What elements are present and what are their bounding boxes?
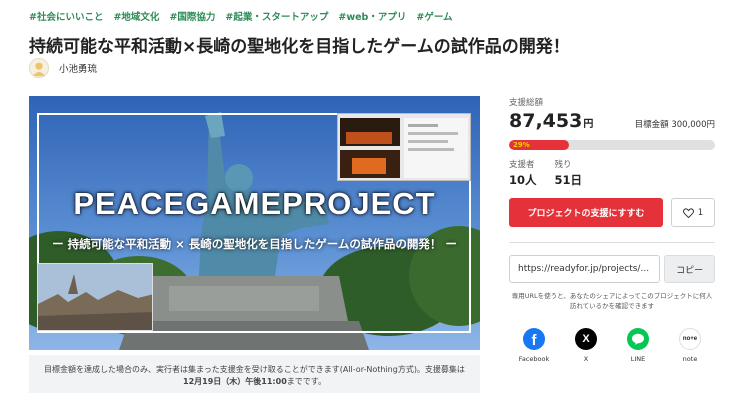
like-count: 1 [697,207,704,218]
share-url-field[interactable]: https://readyfor.jp/projects/... [509,255,661,283]
tag-link[interactable]: #起業・スタートアップ [225,9,328,23]
author-name[interactable]: 小池勇琉 [59,61,97,75]
tag-link[interactable]: #ゲーム [416,9,452,23]
tag-link[interactable]: #web・アプリ [338,9,406,23]
supporters-stat: 支援者 10人 [509,158,537,188]
remaining-value: 51日 [554,173,583,187]
funding-panel: 支援総額 87,453円 目標金額 300,000円 29% 支援者 10人 残… [509,96,715,363]
project-title: 持続可能な平和活動×長崎の聖地化を目指したゲームの試作品の開発！ [29,37,570,57]
share-note: 専用URLを使うと、あなたのシェアによってこのプロジェクトに何人訪れているかを確… [511,292,713,310]
hero-headline: PEACEGAMEPROJECT [73,186,436,221]
share-label: note [682,355,698,363]
hero-image: PEACEGAMEPROJECT ー 持続可能な平和活動 × 長崎の聖地化を目指… [29,96,480,350]
share-label: X [583,355,589,363]
tag-link[interactable]: #国際協力 [169,9,215,23]
divider [509,242,715,243]
share-label: Facebook [518,355,550,363]
support-button[interactable]: プロジェクトの支援にすすむ [509,198,663,227]
facebook-icon: f [523,328,545,350]
like-button[interactable]: 1 [671,198,715,227]
tag-link[interactable]: #地域文化 [113,9,159,23]
tag-link[interactable]: #社会にいいこと [29,9,103,23]
supporters-label: 支援者 [509,160,535,170]
note-icon: no+e [679,328,701,350]
ruins-photo [37,263,153,331]
notice-text-prefix: 目標金額を達成した場合のみ、実行者は集まった支援金を受け取ることができます(Al… [44,365,465,374]
game-screenshot [337,113,471,181]
social-share-list: f Facebook X X LINE no+e note [509,328,715,363]
share-note[interactable]: no+e note [672,328,708,363]
copy-button[interactable]: コピー [664,255,715,283]
author-info[interactable]: 小池勇琉 [29,58,97,78]
amount-value: 87,453 [509,110,583,132]
progress-label: 29% [513,141,530,149]
share-facebook[interactable]: f Facebook [516,328,552,363]
x-icon: X [575,328,597,350]
share-label: LINE [630,355,646,363]
funding-notice: 目標金額を達成した場合のみ、実行者は集まった支援金を受け取ることができます(Al… [29,355,480,393]
tag-list: #社会にいいこと #地域文化 #国際協力 #起業・スタートアップ #web・アプ… [29,9,453,23]
progress-bar: 29% [509,140,715,150]
share-line[interactable]: LINE [620,328,656,363]
share-x[interactable]: X X [568,328,604,363]
total-label: 支援総額 [509,98,544,108]
total-amount: 87,453円 [509,110,593,132]
supporters-value: 10人 [509,173,537,187]
heart-icon [682,207,694,218]
remaining-label: 残り [554,160,572,170]
remaining-stat: 残り 51日 [555,158,583,188]
goal-amount: 目標金額 300,000円 [634,120,715,130]
notice-text-suffix: までです。 [286,377,326,386]
notice-deadline: 12月19日（木）午後11:00 [183,377,287,386]
avatar[interactable] [29,58,49,78]
hero-subheadline: ー 持続可能な平和活動 × 長崎の聖地化を目指したゲームの試作品の開発！ ー [52,237,457,251]
line-icon [627,328,649,350]
amount-unit: 円 [583,119,594,130]
